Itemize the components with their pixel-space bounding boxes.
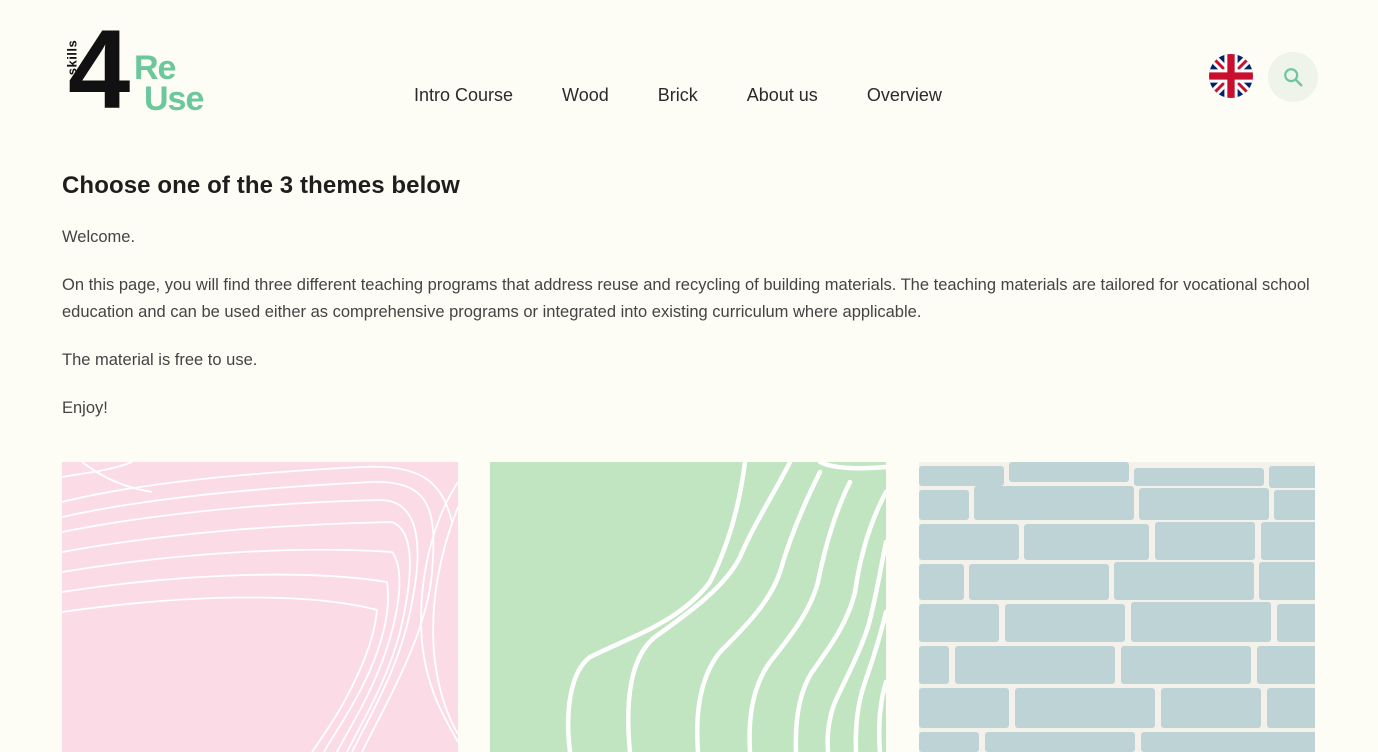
theme-card-intro[interactable] <box>62 462 458 752</box>
wood-grain-pattern <box>490 462 886 752</box>
uk-flag-icon[interactable] <box>1209 54 1253 98</box>
nav-item-about-us[interactable]: About us <box>747 85 818 106</box>
brick-wall-pattern <box>919 462 1315 752</box>
main-nav: Intro Course Wood Brick About us Overvie… <box>414 85 991 106</box>
nav-item-overview[interactable]: Overview <box>867 85 942 106</box>
nav-item-wood[interactable]: Wood <box>562 85 609 106</box>
logo-use-text: Use <box>144 80 204 118</box>
welcome-text: Welcome. <box>62 228 136 246</box>
site-header: skills 4 Re Use Intro Course Wood Brick … <box>0 0 1378 150</box>
search-icon <box>1284 68 1303 87</box>
theme-cards <box>62 462 1317 752</box>
theme-card-wood[interactable] <box>490 462 886 752</box>
theme-card-brick[interactable] <box>919 462 1315 752</box>
enjoy-text: Enjoy! <box>62 399 108 417</box>
intro-paragraph: On this page, you will find three differ… <box>62 276 1310 321</box>
nav-item-intro-course[interactable]: Intro Course <box>414 85 513 106</box>
nav-item-brick[interactable]: Brick <box>658 85 698 106</box>
logo-four-text: 4 <box>68 7 130 132</box>
search-button[interactable] <box>1268 52 1318 102</box>
pink-wave-pattern <box>62 462 458 752</box>
free-use-text: The material is free to use. <box>62 351 258 369</box>
skills4reuse-logo[interactable]: skills 4 Re Use <box>62 14 232 126</box>
page-title: Choose one of the 3 themes below <box>62 172 460 199</box>
main-content: Choose one of the 3 themes below Welcome… <box>62 172 1317 443</box>
